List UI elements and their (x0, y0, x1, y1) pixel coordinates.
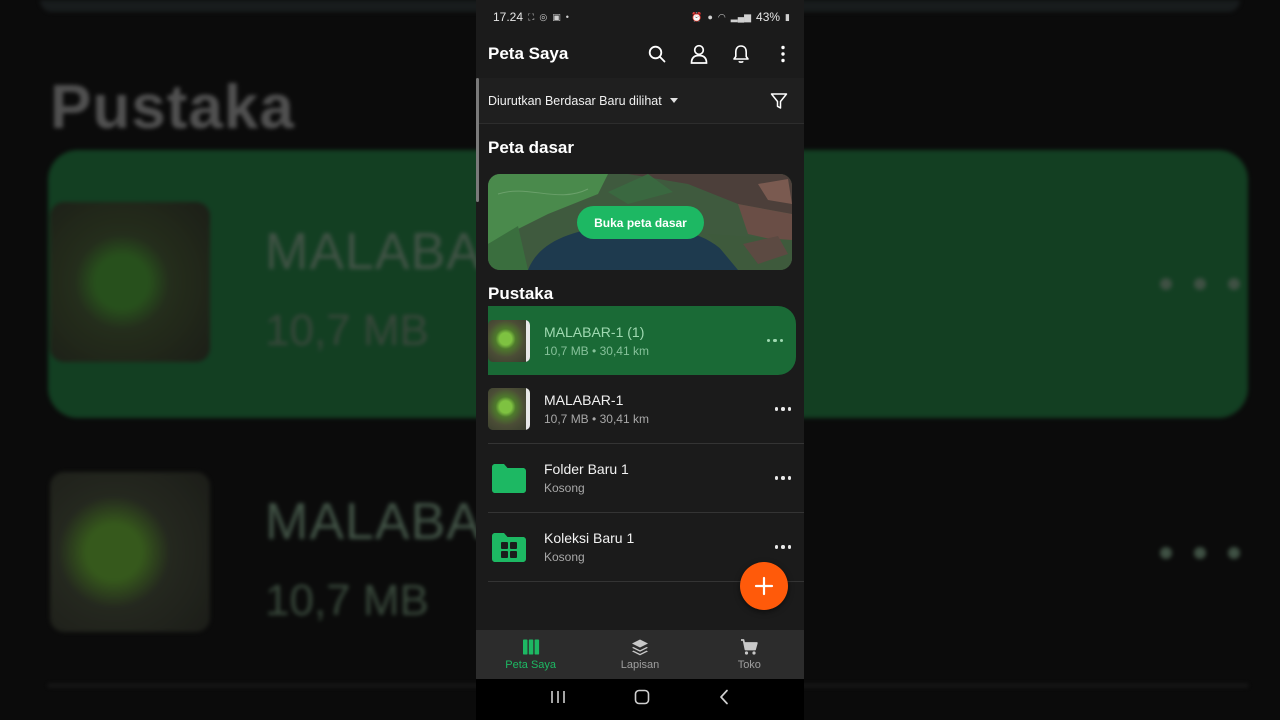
bell-icon[interactable] (728, 41, 754, 67)
bg-more-icon (1160, 547, 1240, 559)
back-icon[interactable] (718, 689, 730, 710)
item-distance: 30,41 km (599, 343, 649, 358)
collection-icon (488, 526, 530, 568)
location-icon: ● (707, 12, 713, 22)
system-nav-bar (476, 679, 804, 720)
status-bar: 17.24 ⛶ ◎ ▣ • ⏰ ● ◠ ▂▄▆ 43% ▮ (476, 0, 804, 34)
screenshot-icon: ⛶ (528, 11, 535, 22)
bg-item-size: 10,7 MB (265, 576, 429, 625)
dot-icon: • (565, 12, 569, 22)
search-icon[interactable] (644, 41, 670, 67)
instagram-icon: ▣ (552, 11, 561, 22)
nav-item-peta-saya[interactable]: Peta Saya (476, 630, 585, 679)
bg-item-name: MALABA (265, 493, 482, 551)
meta-separator: • (592, 343, 597, 358)
screen: Pustaka MALABAR-1 10,7 MB MALABA 10,7 MB… (0, 0, 1280, 720)
bg-thumbnail (50, 202, 210, 362)
meta-separator: • (592, 412, 597, 426)
page-title: Peta Saya (488, 44, 569, 63)
caret-down-icon[interactable] (669, 98, 678, 103)
item-name: MALABAR-1 (544, 392, 624, 408)
battery-icon: ▮ (785, 11, 790, 22)
item-meta: 10,7 MB • 30,41 km (544, 412, 768, 426)
basemap-section-title: Peta dasar (488, 138, 574, 157)
list-item[interactable]: MALABAR-1 10,7 MB • 30,41 km (488, 375, 804, 444)
map-thumbnail (488, 319, 530, 362)
bg-title: Pustaka (50, 73, 295, 142)
account-icon[interactable] (686, 41, 712, 67)
item-name: MALABAR-1 (1) (544, 323, 645, 340)
filter-icon[interactable] (766, 88, 792, 114)
item-sub: Kosong (544, 550, 585, 564)
bg-item-size: 10,7 MB (265, 306, 429, 355)
map-thumbnail (488, 388, 530, 430)
item-size: 10,7 MB (544, 343, 589, 358)
map-icon (522, 639, 539, 655)
item-meta: 10,7 MB • 30,41 km (544, 344, 760, 358)
nav-item-lapisan[interactable]: Lapisan (585, 630, 694, 679)
basemap-card[interactable]: Buka peta dasar (488, 174, 792, 270)
folder-icon (488, 457, 530, 499)
status-time: 17.24 (493, 10, 524, 24)
item-name: Folder Baru 1 (544, 461, 629, 477)
add-button[interactable] (740, 562, 788, 610)
more-horiz-icon[interactable] (768, 532, 798, 562)
recents-icon[interactable] (550, 690, 566, 709)
battery-level: 43% (756, 10, 781, 24)
nav-label: Lapisan (620, 659, 660, 671)
item-sub: Kosong (544, 481, 585, 495)
sort-bar: Diurutkan Berdasar Baru dilihat (476, 78, 804, 124)
list-item[interactable]: Folder Baru 1 Kosong (488, 444, 804, 513)
nav-item-toko[interactable]: Toko (695, 630, 804, 679)
scrollbar[interactable] (476, 78, 479, 202)
sort-dropdown[interactable]: Diurutkan Berdasar Baru dilihat (488, 94, 662, 108)
more-horiz-icon[interactable] (768, 463, 798, 493)
bg-thumbnail (50, 472, 210, 632)
list-item[interactable]: MALABAR-1 (1) 10,7 MB • 30,41 km (488, 306, 796, 375)
open-basemap-button[interactable]: Buka peta dasar (577, 206, 704, 239)
plus-icon (754, 576, 774, 596)
bottom-nav: Peta Saya Lapisan Toko (476, 630, 804, 679)
whatsapp-icon: ◎ (539, 11, 548, 22)
layers-icon (631, 639, 648, 656)
bg-more-icon (1160, 278, 1240, 290)
home-icon[interactable] (634, 689, 650, 710)
cart-icon (741, 639, 759, 655)
more-horiz-icon[interactable] (760, 326, 790, 356)
library-section-title: Pustaka (488, 284, 554, 303)
more-vert-icon[interactable] (770, 41, 796, 67)
wifi-icon: ◠ (717, 11, 726, 22)
app-bar: Peta Saya (476, 34, 804, 74)
phone-screen: 17.24 ⛶ ◎ ▣ • ⏰ ● ◠ ▂▄▆ 43% ▮ Peta Saya (476, 0, 804, 720)
alarm-icon: ⏰ (691, 11, 703, 22)
item-size: 10,7 MB (544, 412, 589, 426)
nav-label: Toko (737, 659, 761, 671)
nav-label: Peta Saya (505, 659, 557, 671)
signal-icon: ▂▄▆ (730, 11, 752, 22)
item-distance: 30,41 km (599, 412, 649, 426)
more-horiz-icon[interactable] (768, 394, 798, 424)
item-name: Koleksi Baru 1 (544, 530, 635, 546)
